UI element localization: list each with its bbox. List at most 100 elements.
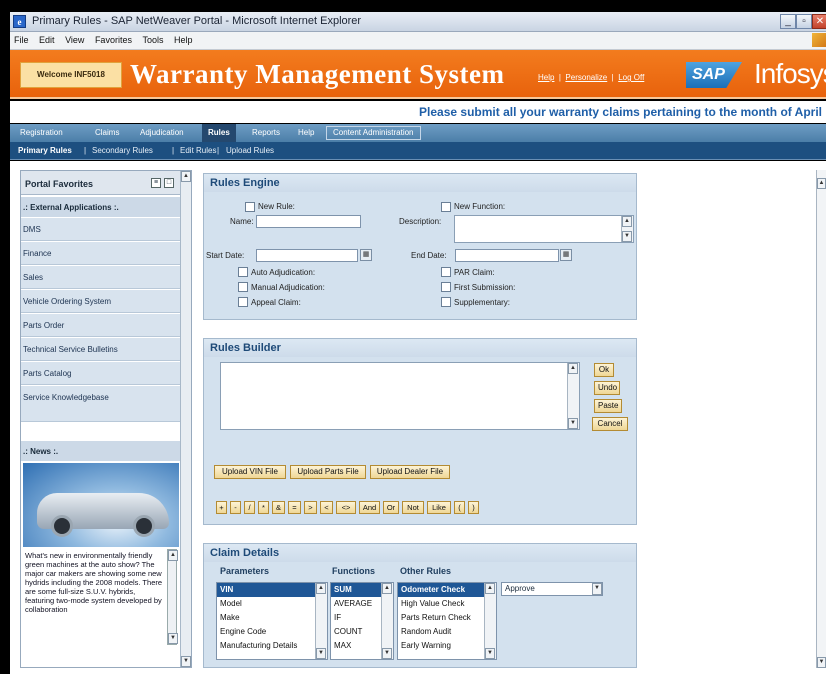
scroll-up-icon[interactable]: ▲ xyxy=(568,363,578,374)
description-scrollbar[interactable]: ▲ ▼ xyxy=(621,216,633,242)
tab-content-administration[interactable]: Content Administration xyxy=(326,126,421,140)
other-rules-listbox[interactable]: Odometer Check High Value Check Parts Re… xyxy=(397,582,497,660)
first-submission-checkbox[interactable] xyxy=(441,282,451,292)
list-item[interactable]: Random Audit xyxy=(398,625,496,639)
scroll-down-icon[interactable]: ▼ xyxy=(316,648,326,659)
ok-button[interactable]: Ok xyxy=(594,363,614,377)
menu-edit[interactable]: Edit xyxy=(35,32,59,45)
scroll-down-icon[interactable]: ▼ xyxy=(568,418,578,429)
subtab-secondary-rules[interactable]: Secondary Rules xyxy=(92,146,153,155)
nav-item-parts-catalog[interactable]: Parts Catalog xyxy=(21,362,181,385)
operator-like-button[interactable]: Like xyxy=(427,501,451,514)
calendar-icon[interactable]: ▦ xyxy=(560,249,572,261)
list-item[interactable]: VIN xyxy=(217,583,327,597)
scroll-up-icon[interactable]: ▲ xyxy=(622,216,632,227)
undo-button[interactable]: Undo xyxy=(594,381,620,395)
auto-adjudication-checkbox[interactable] xyxy=(238,267,248,277)
upload-dealer-file-button[interactable]: Upload Dealer File xyxy=(370,465,450,479)
operator-and-symbol-button[interactable]: & xyxy=(272,501,285,514)
functions-scrollbar[interactable]: ▲ ▼ xyxy=(381,583,393,659)
other-rules-scrollbar[interactable]: ▲ ▼ xyxy=(484,583,496,659)
list-item[interactable]: Manufacturing Details xyxy=(217,639,327,653)
rule-expression-textarea[interactable]: ▲ ▼ xyxy=(220,362,580,430)
left-nav-scrollbar[interactable]: ▲ ▼ xyxy=(180,171,191,667)
scroll-down-icon[interactable]: ▼ xyxy=(382,648,392,659)
nav-item-sales[interactable]: Sales xyxy=(21,266,181,289)
name-input[interactable] xyxy=(256,215,361,228)
tab-adjudication[interactable]: Adjudication xyxy=(134,124,190,142)
scroll-up-icon[interactable]: ▲ xyxy=(817,178,826,189)
scroll-down-icon[interactable]: ▼ xyxy=(817,657,826,668)
scroll-up-icon[interactable]: ▲ xyxy=(485,583,495,594)
nav-item-service-knowledgebase[interactable]: Service Knowledgebase xyxy=(21,386,181,422)
nav-item-vehicle-ordering[interactable]: Vehicle Ordering System xyxy=(21,290,181,313)
tab-help[interactable]: Help xyxy=(292,124,320,142)
manual-adjudication-checkbox[interactable] xyxy=(238,282,248,292)
subtab-primary-rules[interactable]: Primary Rules xyxy=(18,146,72,155)
tab-registration[interactable]: Registration xyxy=(14,124,69,142)
scroll-down-icon[interactable]: ▼ xyxy=(168,633,178,644)
par-claim-checkbox[interactable] xyxy=(441,267,451,277)
expression-scrollbar[interactable]: ▲ ▼ xyxy=(567,363,579,429)
scroll-up-icon[interactable]: ▲ xyxy=(382,583,392,594)
upload-parts-file-button[interactable]: Upload Parts File xyxy=(290,465,366,479)
new-function-checkbox[interactable] xyxy=(441,202,451,212)
operator-divide-button[interactable]: / xyxy=(244,501,255,514)
tab-rules[interactable]: Rules xyxy=(202,124,236,142)
close-button[interactable]: ✕ xyxy=(812,14,826,29)
operator-or-button[interactable]: Or xyxy=(383,501,399,514)
list-item[interactable]: Early Warning xyxy=(398,639,496,653)
end-date-input[interactable] xyxy=(455,249,559,262)
list-item[interactable]: Make xyxy=(217,611,327,625)
scroll-down-icon[interactable]: ▼ xyxy=(485,648,495,659)
menu-tools[interactable]: Tools xyxy=(138,32,167,45)
subtab-upload-rules[interactable]: Upload Rules xyxy=(226,146,274,155)
calendar-icon[interactable]: ▦ xyxy=(360,249,372,261)
menu-favorites[interactable]: Favorites xyxy=(91,32,136,45)
operator-equals-button[interactable]: = xyxy=(288,501,301,514)
paste-button[interactable]: Paste xyxy=(594,399,622,413)
operator-minus-button[interactable]: - xyxy=(230,501,241,514)
upload-vin-file-button[interactable]: Upload VIN File xyxy=(214,465,286,479)
nav-item-technical-service-bulletins[interactable]: Technical Service Bulletins xyxy=(21,338,181,361)
menu-file[interactable]: File xyxy=(10,32,33,45)
restore-icon[interactable]: □ xyxy=(164,178,174,188)
parameters-scrollbar[interactable]: ▲ ▼ xyxy=(315,583,327,659)
operator-greater-button[interactable]: > xyxy=(304,501,317,514)
operator-multiply-button[interactable]: * xyxy=(258,501,269,514)
action-select[interactable]: Approve ▼ xyxy=(501,582,603,596)
operator-plus-button[interactable]: + xyxy=(216,501,227,514)
help-link[interactable]: Help xyxy=(538,73,554,82)
nav-item-dms[interactable]: DMS xyxy=(21,218,181,241)
operator-and-button[interactable]: And xyxy=(359,501,380,514)
new-rule-checkbox[interactable] xyxy=(245,202,255,212)
list-item[interactable]: Odometer Check xyxy=(398,583,496,597)
scroll-down-icon[interactable]: ▼ xyxy=(622,231,632,242)
description-textarea[interactable]: ▲ ▼ xyxy=(454,215,634,243)
list-item[interactable]: Engine Code xyxy=(217,625,327,639)
subtab-edit-rules[interactable]: Edit Rules xyxy=(180,146,216,155)
nav-item-parts-order[interactable]: Parts Order xyxy=(21,314,181,337)
parameters-listbox[interactable]: VIN Model Make Engine Code Manufacturing… xyxy=(216,582,328,660)
news-scrollbar[interactable]: ▲ ▼ xyxy=(167,549,178,645)
list-item[interactable]: Model xyxy=(217,597,327,611)
appeal-claim-checkbox[interactable] xyxy=(238,297,248,307)
list-item[interactable]: Parts Return Check xyxy=(398,611,496,625)
operator-not-equal-button[interactable]: <> xyxy=(336,501,356,514)
functions-listbox[interactable]: SUM AVERAGE IF COUNT MAX ▲ ▼ xyxy=(330,582,394,660)
operator-close-paren-button[interactable]: ) xyxy=(468,501,479,514)
start-date-input[interactable] xyxy=(256,249,358,262)
page-scrollbar[interactable]: ▲ ▼ xyxy=(816,170,826,668)
tab-reports[interactable]: Reports xyxy=(246,124,286,142)
tab-claims[interactable]: Claims xyxy=(89,124,125,142)
operator-open-paren-button[interactable]: ( xyxy=(454,501,465,514)
scroll-down-icon[interactable]: ▼ xyxy=(181,656,191,667)
menu-help[interactable]: Help xyxy=(170,32,197,45)
list-item[interactable]: High Value Check xyxy=(398,597,496,611)
cancel-button[interactable]: Cancel xyxy=(592,417,628,431)
scroll-up-icon[interactable]: ▲ xyxy=(168,550,178,561)
scroll-up-icon[interactable]: ▲ xyxy=(181,171,191,182)
supplementary-checkbox[interactable] xyxy=(441,297,451,307)
scroll-up-icon[interactable]: ▲ xyxy=(316,583,326,594)
minimize-button[interactable]: _ xyxy=(780,14,796,29)
